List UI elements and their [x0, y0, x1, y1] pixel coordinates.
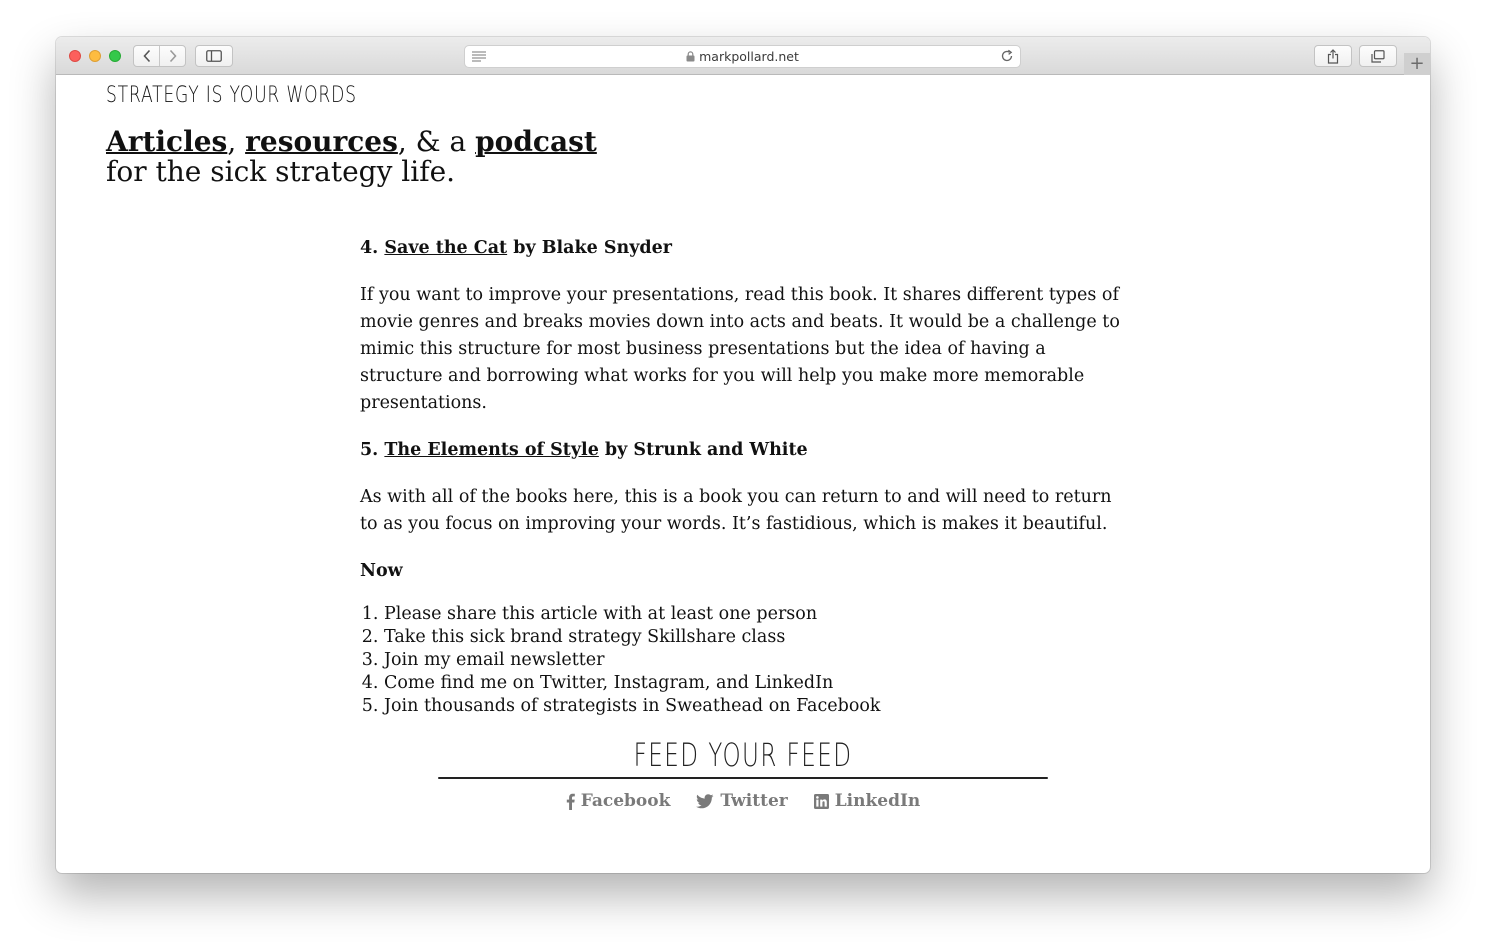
book-paragraph-5: As with all of the books here, this is a…	[360, 487, 1112, 534]
page-content: Strategy is your words Articles, resourc…	[56, 75, 1430, 873]
twitter-label: Twitter	[720, 791, 788, 811]
facebook-icon	[566, 793, 575, 810]
linkedin-label: LinkedIn	[834, 791, 921, 811]
podcast-link[interactable]: podcast	[475, 125, 597, 158]
url-text: markpollard.net	[699, 49, 799, 64]
minimize-window-button[interactable]	[89, 50, 101, 62]
linkedin-link[interactable]: LinkedIn	[813, 791, 921, 811]
url-display: markpollard.net	[465, 46, 1020, 67]
tabs-icon	[1371, 49, 1385, 63]
list-item: Join thousands of strategists in Sweathe…	[384, 695, 1130, 718]
linkedin-icon	[813, 793, 829, 809]
twitter-link[interactable]: Twitter	[696, 791, 788, 811]
reload-icon[interactable]	[1000, 49, 1014, 63]
hero-line-2: for the sick strategy life.	[106, 155, 456, 188]
share-icon	[1327, 48, 1339, 64]
hero-heading: Articles, resources, & a podcast for the…	[106, 127, 597, 187]
lock-icon	[686, 51, 695, 62]
book-number: 5.	[360, 440, 385, 460]
list-item: Please share this article with at least …	[384, 603, 1130, 626]
now-list: Please share this article with at least …	[360, 603, 1130, 718]
new-tab-button[interactable]: +	[1404, 53, 1430, 75]
article-body: 4. Save the Cat by Blake Snyder If you w…	[360, 235, 1130, 718]
site-tagline[interactable]: Strategy is your words	[106, 83, 357, 108]
sidebar-toggle-button[interactable]	[195, 45, 233, 67]
tab-overview-button[interactable]	[1359, 45, 1397, 67]
sidebar-icon	[206, 50, 222, 62]
articles-link[interactable]: Articles	[106, 125, 227, 158]
book-heading-4: 4. Save the Cat by Blake Snyder	[360, 235, 1130, 262]
facebook-link[interactable]: Facebook	[566, 791, 671, 811]
facebook-label: Facebook	[580, 791, 671, 811]
forward-button[interactable]	[159, 46, 185, 66]
chevron-right-icon	[169, 49, 177, 63]
book-author: by Strunk and White	[598, 440, 808, 460]
feed-footer: Feed your feed Facebook Twitter LinkedIn	[438, 735, 1048, 811]
feed-divider	[438, 777, 1048, 779]
browser-window: markpollard.net + Strategy is your words…	[56, 37, 1430, 873]
chevron-left-icon	[142, 49, 150, 63]
save-the-cat-link[interactable]: Save the Cat	[384, 238, 507, 258]
plus-icon: +	[1409, 53, 1425, 74]
feed-title: Feed your feed	[633, 736, 853, 774]
zoom-window-button[interactable]	[109, 50, 121, 62]
elements-of-style-link[interactable]: The Elements of Style	[384, 440, 598, 460]
list-item: Join my email newsletter	[384, 649, 1130, 672]
book-number: 4.	[360, 238, 385, 258]
hero-line-1: Articles, resources, & a podcast	[106, 127, 597, 157]
hero-separator: ,	[227, 125, 246, 158]
twitter-icon	[696, 793, 714, 808]
resources-link[interactable]: resources	[245, 125, 398, 158]
close-window-button[interactable]	[69, 50, 81, 62]
share-button[interactable]	[1314, 45, 1352, 67]
book-author: by Blake Snyder	[507, 238, 672, 258]
book-paragraph-4: If you want to improve your presentation…	[360, 285, 1120, 413]
hero-separator: , & a	[397, 125, 476, 158]
address-bar[interactable]: markpollard.net	[464, 45, 1021, 68]
social-links: Facebook Twitter LinkedIn	[438, 791, 1048, 811]
browser-toolbar: markpollard.net +	[56, 37, 1430, 75]
history-nav-group	[133, 45, 186, 67]
list-item: Come find me on Twitter, Instagram, and …	[384, 672, 1130, 695]
book-heading-5: 5. The Elements of Style by Strunk and W…	[360, 437, 1130, 464]
back-button[interactable]	[134, 46, 159, 66]
list-item: Take this sick brand strategy Skillshare…	[384, 626, 1130, 649]
now-heading: Now	[360, 561, 403, 581]
